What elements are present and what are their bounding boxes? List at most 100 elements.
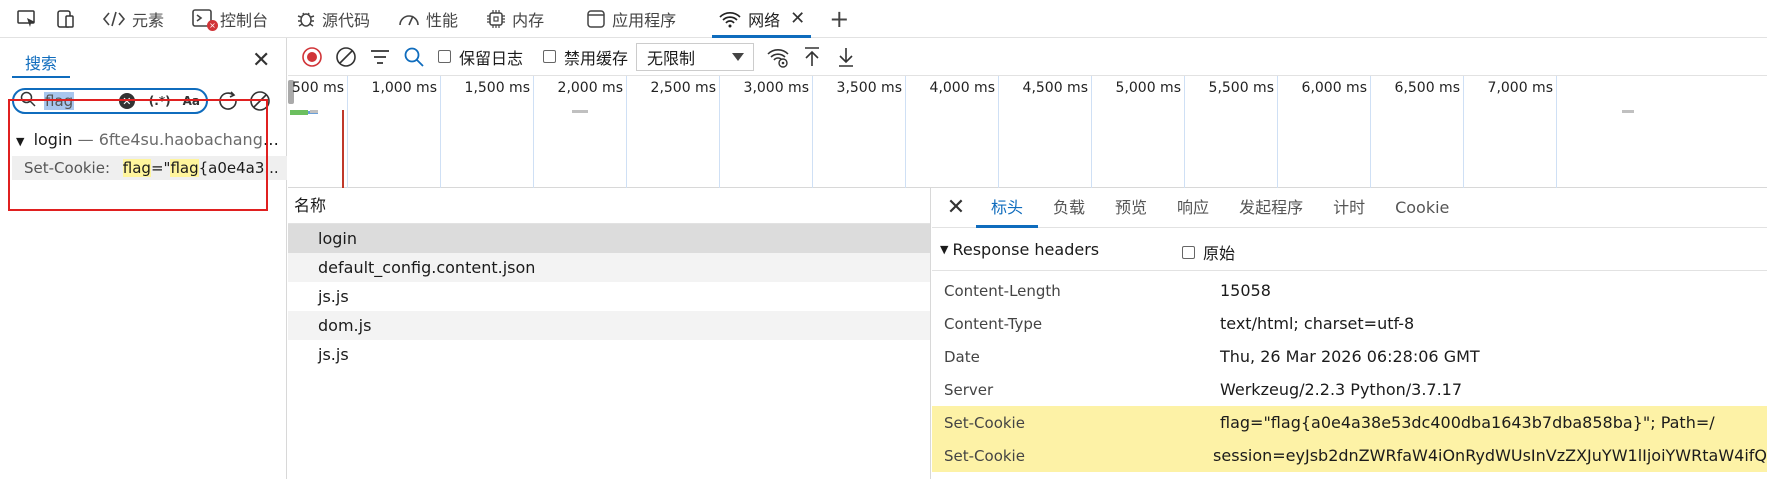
throttle-select[interactable]: 无限制 <box>636 42 755 71</box>
record-stop-icon[interactable] <box>298 43 326 71</box>
throttle-value: 无限制 <box>647 48 696 68</box>
timeline-tick: 2,500 ms <box>651 76 720 188</box>
search-icon[interactable] <box>400 43 428 71</box>
code-icon <box>102 10 126 28</box>
network-conditions-icon[interactable] <box>764 43 792 71</box>
header-key: Set-Cookie <box>944 413 1025 432</box>
tab-console[interactable]: × 控制台 <box>178 0 282 38</box>
request-row[interactable]: default_config.content.json <box>288 253 930 282</box>
import-har-icon[interactable] <box>798 43 826 71</box>
match-case-toggle[interactable]: Aa <box>183 94 200 108</box>
disable-cache-checkbox[interactable]: 禁用缓存 <box>543 45 628 69</box>
tab-label: 元素 <box>132 10 165 30</box>
header-value: text/html; charset=utf-8 <box>1220 314 1415 333</box>
checkbox-icon <box>1182 245 1195 259</box>
header-key: Date <box>944 347 980 366</box>
gauge-icon <box>398 10 420 28</box>
search-input[interactable]: flag <box>44 92 75 110</box>
refresh-icon[interactable] <box>216 89 240 113</box>
timeline-bar <box>572 110 588 113</box>
header-key: Set-Cookie <box>944 446 1025 465</box>
response-headers-section[interactable]: ▼ Response headers <box>940 240 1099 259</box>
request-list: 名称 login default_config.content.json js.… <box>288 188 931 479</box>
header-row: Date Thu, 26 Mar 2026 06:28:06 GMT <box>932 340 1767 373</box>
regex-toggle[interactable]: (.*) <box>149 94 171 108</box>
inspect-element-icon[interactable] <box>14 7 40 31</box>
add-tab-icon[interactable]: + <box>819 5 859 33</box>
request-row[interactable]: login <box>288 224 930 253</box>
divider <box>932 270 1767 271</box>
timeline-tick: 2,000 ms <box>558 76 627 188</box>
tab-memory[interactable]: 内存 <box>472 0 558 38</box>
timeline-tick-label: 6,000 ms <box>1301 80 1367 96</box>
load-event-line <box>342 110 344 188</box>
network-timeline[interactable]: 500 ms 1,000 ms 1,500 ms 2,000 ms 2,500 ms 3,… <box>288 76 1767 188</box>
timeline-tick: 4,000 ms <box>930 76 999 188</box>
timeline-tick-label: 7,000 ms <box>1487 80 1553 96</box>
tab-performance[interactable]: 性能 <box>384 0 472 38</box>
timeline-tick: 1,000 ms <box>372 76 441 188</box>
tab-application[interactable]: 应用程序 <box>572 0 690 38</box>
timeline-tick: 500 ms <box>292 76 348 188</box>
raw-checkbox[interactable]: 原始 <box>1182 240 1235 264</box>
expand-triangle-icon: ▼ <box>940 243 949 256</box>
name-column-header[interactable]: 名称 <box>288 188 930 224</box>
tab-label: 内存 <box>512 10 545 30</box>
timeline-tick-label: 4,500 ms <box>1022 80 1088 96</box>
timeline-tick-label: 3,000 ms <box>743 80 809 96</box>
search-panel: 搜索 ✕ flag ✕ (.*) Aa ▼ login — 6fte4su.ha… <box>0 38 287 479</box>
tab-initiator[interactable]: 发起程序 <box>1224 188 1318 228</box>
request-row[interactable]: dom.js <box>288 311 930 340</box>
clear-search-icon[interactable]: ✕ <box>118 93 135 109</box>
timeline-tick: 6,500 ms <box>1395 76 1464 188</box>
search-result-file[interactable]: ▼ login — 6fte4su.haobachang2... <box>16 130 286 149</box>
close-icon[interactable]: ✕ <box>790 8 805 29</box>
tab-response[interactable]: 响应 <box>1162 188 1224 228</box>
expand-triangle-icon: ▼ <box>16 135 25 148</box>
clear-results-icon[interactable] <box>248 89 272 113</box>
search-input-box[interactable]: flag ✕ (.*) Aa <box>12 88 208 114</box>
timeline-tick: 5,500 ms <box>1209 76 1278 188</box>
timeline-tick-label: 500 ms <box>291 80 344 96</box>
checkbox-icon <box>543 50 557 63</box>
detail-tabs: ✕ 标头 负载 预览 响应 发起程序 计时 Cookie <box>932 188 1767 228</box>
timeline-tick-label: 6,500 ms <box>1394 80 1460 96</box>
clear-log-icon[interactable] <box>332 43 360 71</box>
raw-label: 原始 <box>1203 244 1236 263</box>
tab-sources[interactable]: 源代码 <box>282 0 384 38</box>
timeline-bar <box>1622 110 1634 113</box>
tab-search[interactable]: 搜索 <box>12 48 70 78</box>
result-line-match: flag <box>122 159 151 177</box>
timeline-tick-label: 5,000 ms <box>1115 80 1181 96</box>
search-result-line[interactable]: Set-Cookie: flag="flag{a0e4a3... <box>12 156 287 180</box>
filter-icon[interactable] <box>366 43 394 71</box>
timeline-tick: 3,500 ms <box>837 76 906 188</box>
section-title: Response headers <box>952 240 1100 259</box>
close-icon[interactable]: ✕ <box>252 48 270 73</box>
tab-headers[interactable]: 标头 <box>976 188 1039 228</box>
bug-icon <box>296 9 316 29</box>
devtools-tab-bar: 元素 × 控制台 源代码 性能 内存 应用程序 网络 ✕ + <box>0 0 1767 38</box>
preserve-log-checkbox[interactable]: 保留日志 <box>438 45 523 69</box>
timeline-tick-label: 1,500 ms <box>464 80 530 96</box>
header-value: Werkzeug/2.2.3 Python/3.7.17 <box>1220 380 1463 399</box>
close-icon[interactable]: ✕ <box>936 195 976 220</box>
request-row[interactable]: js.js <box>288 282 930 311</box>
export-har-icon[interactable] <box>832 43 860 71</box>
device-emulation-icon[interactable] <box>52 7 78 31</box>
request-row[interactable]: js.js <box>288 340 930 369</box>
header-key: Content-Length <box>944 281 1061 300</box>
tab-payload[interactable]: 负载 <box>1038 188 1100 228</box>
timeline-tick: 1,500 ms <box>465 76 534 188</box>
tab-elements[interactable]: 元素 <box>88 0 178 38</box>
timeline-tick: 4,500 ms <box>1023 76 1092 188</box>
tab-cookies[interactable]: Cookie <box>1380 188 1464 228</box>
tab-label: 应用程序 <box>612 10 677 30</box>
tab-preview[interactable]: 预览 <box>1100 188 1162 228</box>
header-row: Server Werkzeug/2.2.3 Python/3.7.17 <box>932 373 1767 406</box>
tab-timing[interactable]: 计时 <box>1318 188 1380 228</box>
checkbox-icon <box>438 50 451 63</box>
tab-network[interactable]: 网络 ✕ <box>704 0 819 38</box>
console-icon: × <box>192 8 219 31</box>
annotation-box <box>8 99 268 211</box>
